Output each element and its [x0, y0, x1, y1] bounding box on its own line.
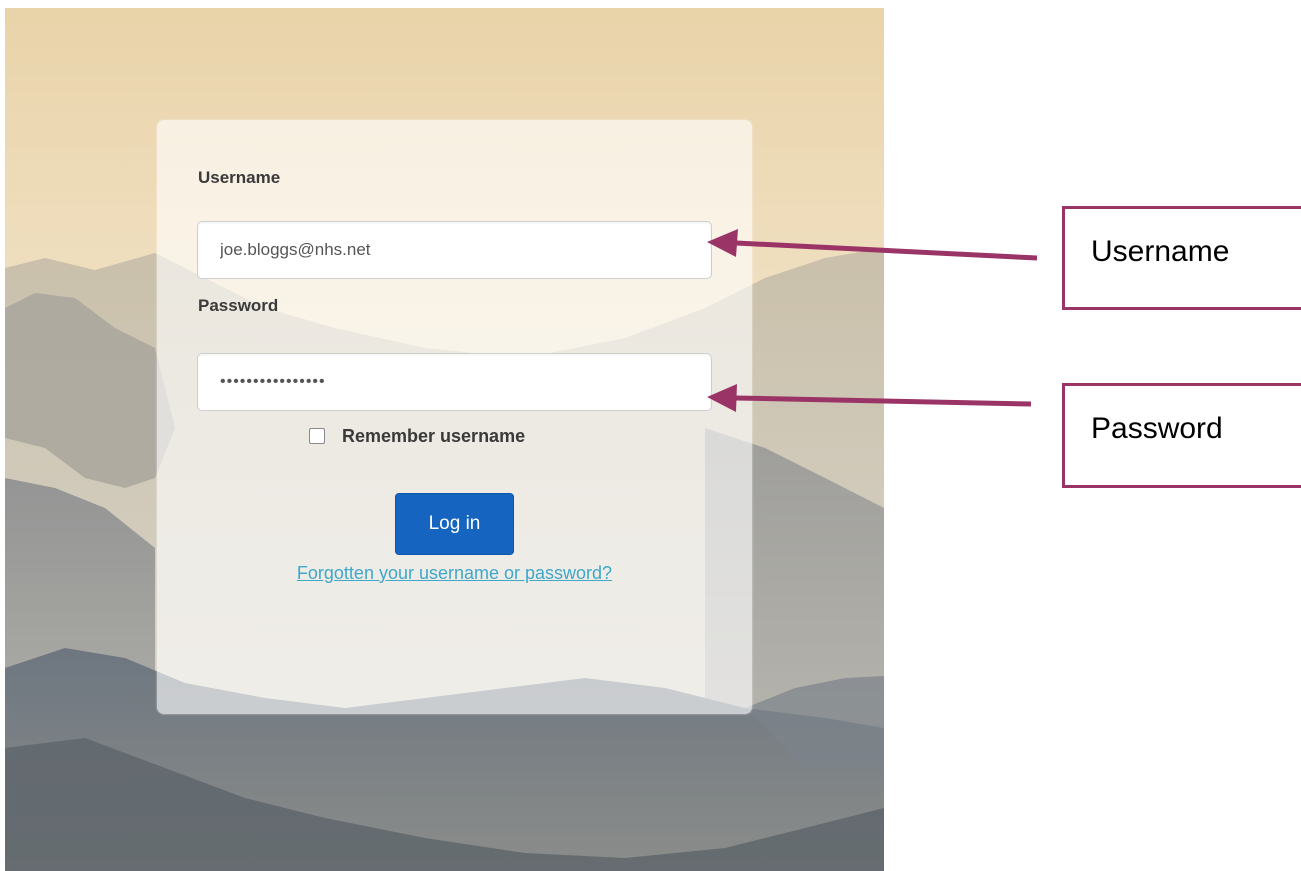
username-input[interactable]: [197, 221, 712, 279]
remember-username-label[interactable]: Remember username: [342, 426, 525, 447]
remember-username-row[interactable]: Remember username: [309, 424, 525, 448]
username-callout-text: Username: [1091, 235, 1230, 268]
password-callout-box: Password: [1062, 383, 1301, 488]
login-screenshot: Username Password Remember username Log …: [5, 8, 884, 871]
password-callout-text: Password: [1091, 412, 1223, 445]
password-input[interactable]: [197, 353, 712, 411]
username-callout-box: Username: [1062, 206, 1301, 310]
login-card: Username Password Remember username Log …: [157, 120, 752, 714]
password-label: Password: [198, 296, 279, 315]
log-in-button[interactable]: Log in: [395, 493, 514, 555]
username-label: Username: [198, 168, 281, 187]
remember-username-checkbox[interactable]: [309, 428, 325, 444]
forgot-credentials-link[interactable]: Forgotten your username or password?: [157, 563, 752, 584]
